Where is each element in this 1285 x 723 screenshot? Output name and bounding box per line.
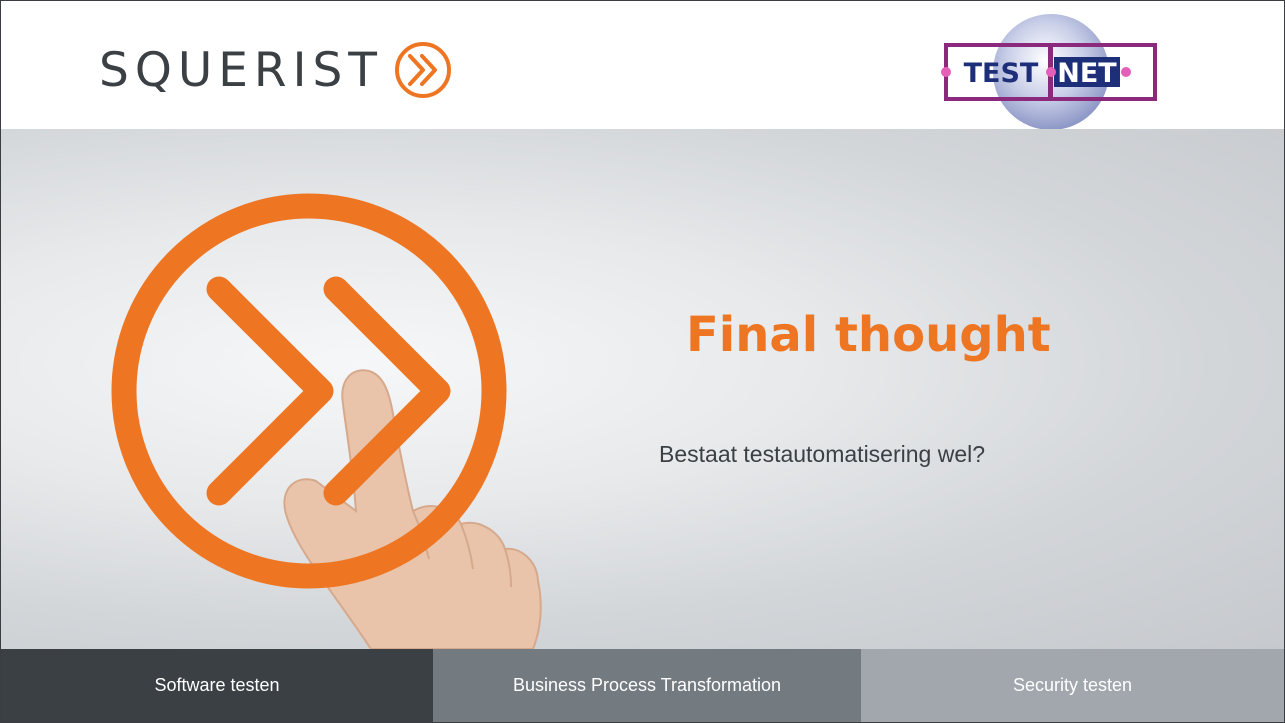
header: SQUERIST TEST NET — [1, 1, 1284, 130]
testnet-net-text: NET — [1057, 58, 1117, 89]
footer-item-business-process-transformation: Business Process Transformation — [433, 649, 861, 722]
hero-subtitle: Bestaat testautomatisering wel? — [659, 441, 986, 467]
testnet-logo: TEST NET — [941, 14, 1157, 130]
footer-item-security-testen: Security testen — [861, 649, 1284, 722]
footer-bar: Software testen Business Process Transfo… — [1, 649, 1284, 722]
slide: SQUERIST TEST NET Final thought Bestaat … — [0, 0, 1285, 723]
squerist-wordmark: SQUERIST — [99, 42, 383, 98]
hero-title: Final thought — [686, 307, 1051, 363]
testnet-test-text: TEST — [964, 58, 1039, 89]
footer-item-software-testen: Software testen — [1, 649, 433, 722]
hero-chevron-left-icon — [206, 276, 334, 506]
pointing-hand-image — [111, 193, 542, 649]
hero-banner: Final thought Bestaat testautomatisering… — [1, 129, 1284, 649]
double-chevron-circle-icon — [395, 42, 451, 98]
squerist-logo: SQUERIST — [99, 35, 453, 105]
